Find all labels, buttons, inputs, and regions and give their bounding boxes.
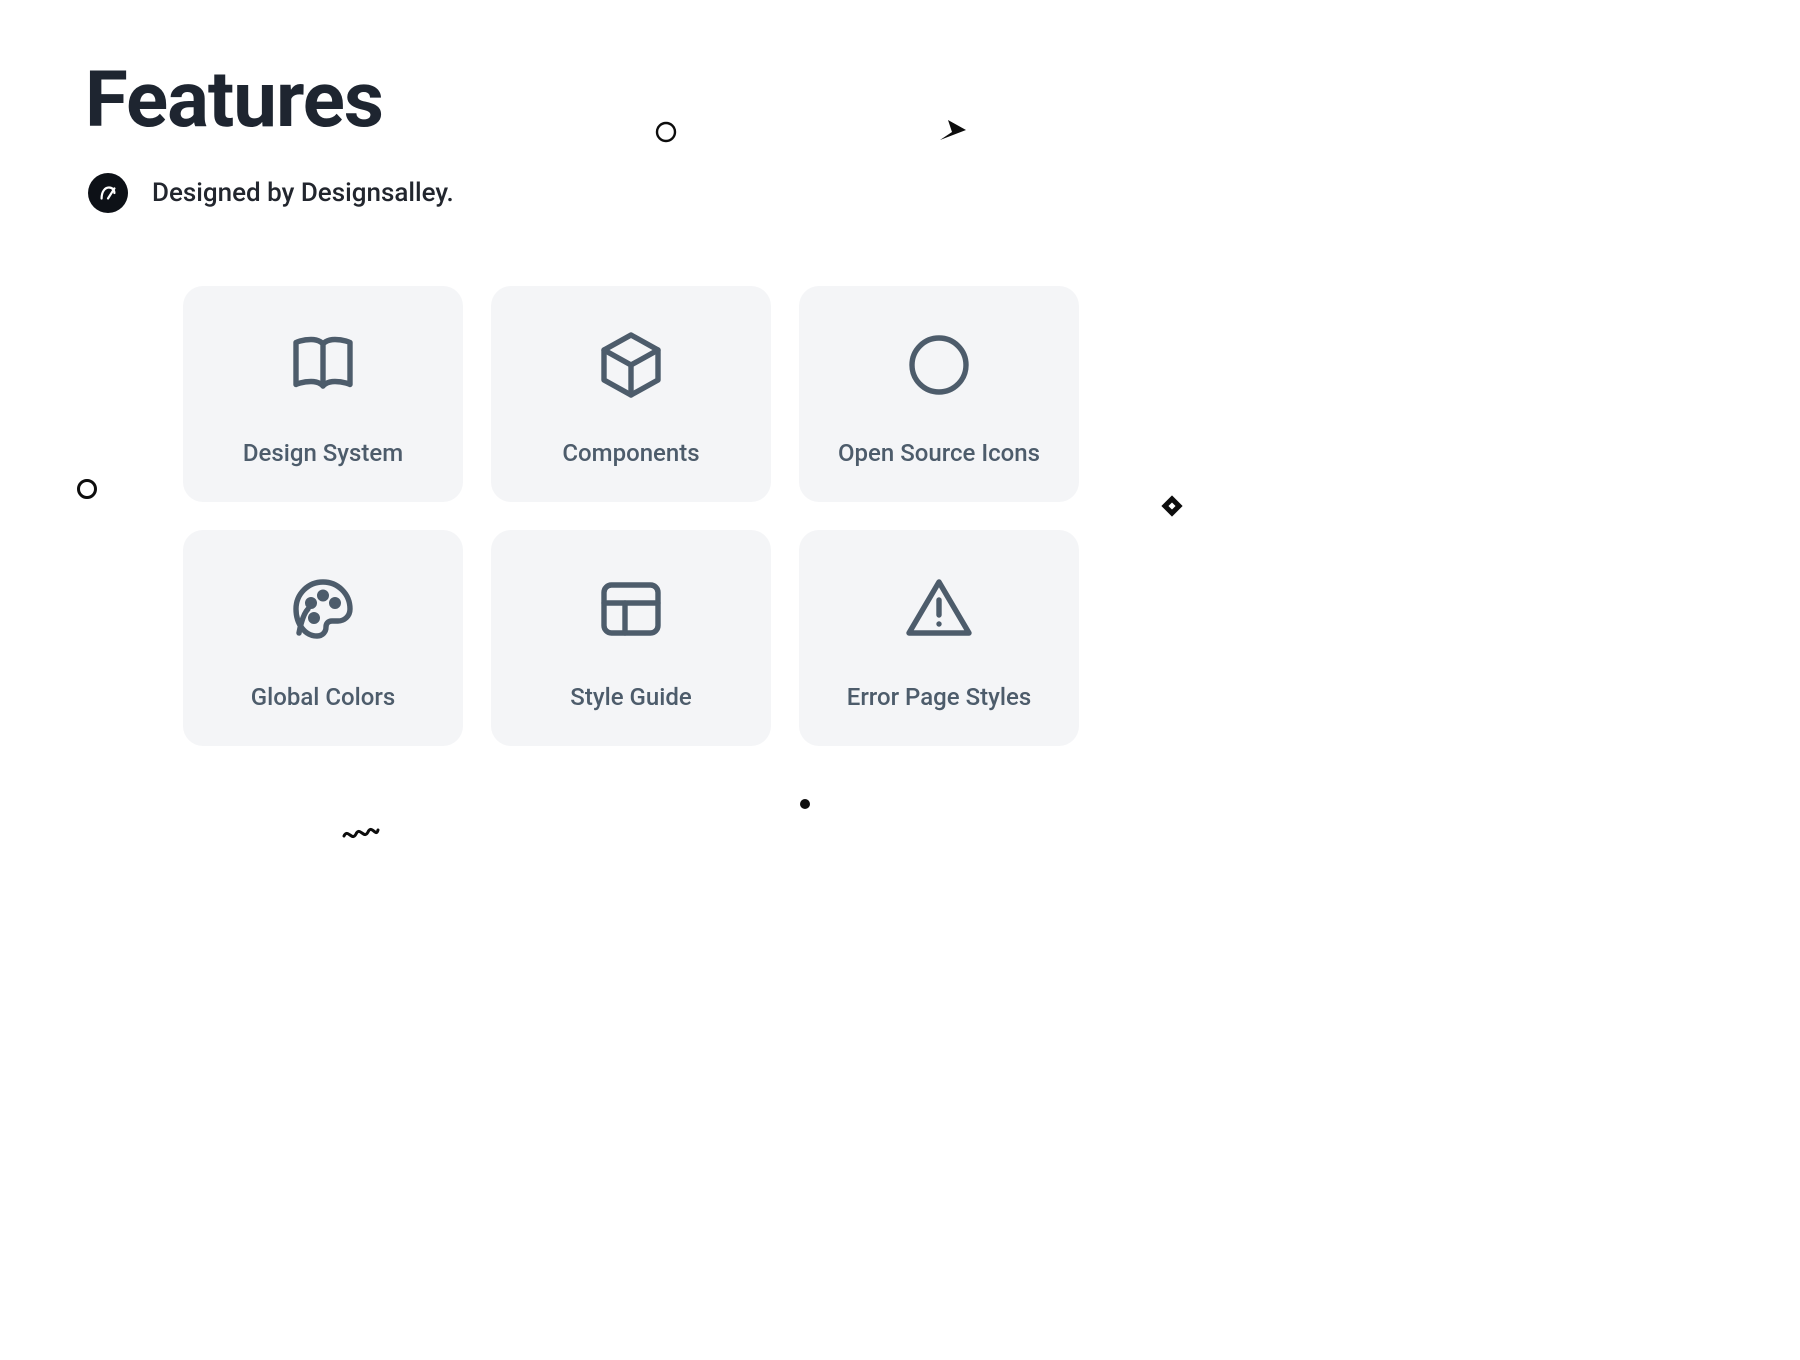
deco-cursor-icon	[938, 118, 968, 144]
card-design-system[interactable]: Design System	[183, 286, 463, 502]
card-error-page-styles[interactable]: Error Page Styles	[799, 530, 1079, 746]
warning-icon	[903, 573, 975, 645]
deco-diamond-icon	[1158, 492, 1186, 520]
card-style-guide[interactable]: Style Guide	[491, 530, 771, 746]
card-label: Error Page Styles	[847, 683, 1031, 711]
page-title: Features	[85, 55, 383, 146]
card-label: Global Colors	[251, 683, 395, 711]
deco-circle-outline-icon	[75, 477, 99, 501]
card-label: Design System	[243, 439, 403, 467]
card-label: Components	[562, 439, 699, 467]
card-label: Style Guide	[570, 683, 691, 711]
circle-icon	[903, 329, 975, 401]
deco-circle-outline-icon	[654, 120, 678, 144]
layout-icon	[595, 573, 667, 645]
feature-grid: Design System Components Open Source Ico…	[183, 286, 1079, 746]
cube-icon	[595, 329, 667, 401]
card-open-source-icons[interactable]: Open Source Icons	[799, 286, 1079, 502]
book-icon	[287, 329, 359, 401]
brand-badge-icon	[88, 173, 128, 213]
card-components[interactable]: Components	[491, 286, 771, 502]
subtitle-text: Designed by Designsalley.	[152, 178, 454, 208]
deco-dot-icon	[799, 798, 811, 810]
palette-icon	[287, 573, 359, 645]
card-label: Open Source Icons	[838, 439, 1040, 467]
card-global-colors[interactable]: Global Colors	[183, 530, 463, 746]
page: Features Designed by Designsalley. Desig…	[0, 0, 1259, 951]
subtitle-row: Designed by Designsalley.	[88, 173, 454, 213]
deco-squiggle-icon	[342, 820, 380, 846]
